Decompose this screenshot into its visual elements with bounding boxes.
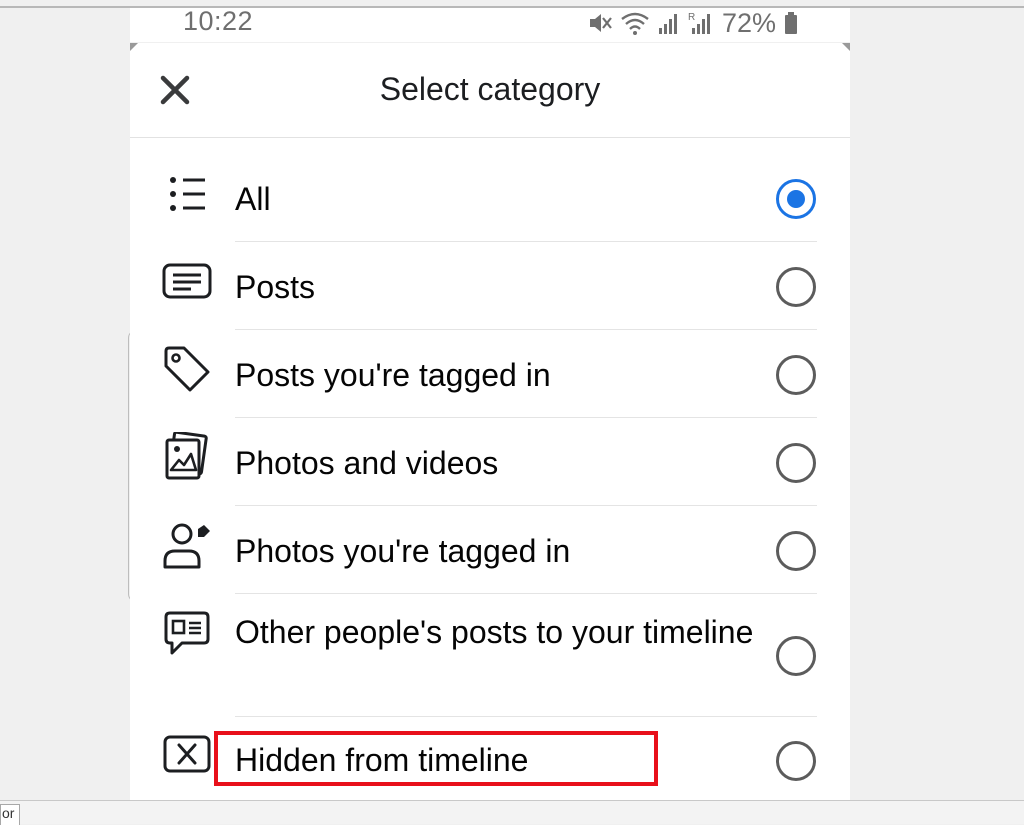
list-icon [161, 168, 213, 220]
wifi-icon [620, 10, 650, 36]
status-icons: R 72% [588, 7, 798, 39]
category-label-photos-tagged: Photos you're tagged in [235, 533, 571, 569]
status-time: 10:22 [183, 6, 254, 36]
comment-post-icon [161, 608, 213, 660]
radio-photos-videos[interactable] [776, 443, 816, 483]
sheet-header: Select category [130, 43, 850, 138]
signal-r-icon: R [688, 10, 714, 36]
signal-icon [658, 10, 680, 36]
radio-hidden[interactable] [776, 741, 816, 781]
radio-posts[interactable] [776, 267, 816, 307]
category-option-posts[interactable]: Posts [130, 242, 850, 330]
radio-others-posts[interactable] [776, 636, 816, 676]
radio-photos-tagged[interactable] [776, 531, 816, 571]
hidden-icon [161, 729, 213, 781]
bottom-bar: or [0, 800, 1024, 825]
category-option-hidden[interactable]: Hidden from timeline [130, 717, 850, 800]
category-label-hidden: Hidden from timeline [235, 742, 529, 778]
category-label-posts: Posts [235, 269, 316, 305]
battery-percent: 72% [722, 7, 777, 38]
category-option-others-posts[interactable]: Other people's posts to your timeline [130, 594, 850, 717]
post-icon [161, 256, 213, 308]
category-label-all: All [235, 181, 271, 217]
category-option-photos-tagged[interactable]: Photos you're tagged in [130, 506, 850, 594]
category-label-others-posts: Other people's posts to your timeline [235, 614, 754, 650]
category-option-photos-videos[interactable]: Photos and videos [130, 418, 850, 506]
status-bar: 10:22 R 72% [130, 6, 850, 42]
category-option-all[interactable]: All [130, 155, 850, 242]
radio-posts-tagged[interactable] [776, 355, 816, 395]
person-tag-icon [161, 520, 213, 572]
category-label-posts-tagged: Posts you're tagged in [235, 357, 551, 393]
photos-icon [161, 431, 213, 483]
category-option-posts-tagged[interactable]: Posts you're tagged in [130, 330, 850, 418]
radio-all[interactable] [776, 179, 816, 219]
battery-icon [784, 10, 798, 36]
svg-text:R: R [688, 12, 695, 23]
tag-icon [161, 344, 213, 396]
category-label-photos-videos: Photos and videos [235, 445, 499, 481]
select-category-sheet: Select category All Posts Posts you're t… [130, 43, 850, 800]
bottom-tab[interactable]: or [0, 804, 20, 825]
mute-icon [588, 10, 612, 36]
sheet-title: Select category [379, 71, 601, 107]
